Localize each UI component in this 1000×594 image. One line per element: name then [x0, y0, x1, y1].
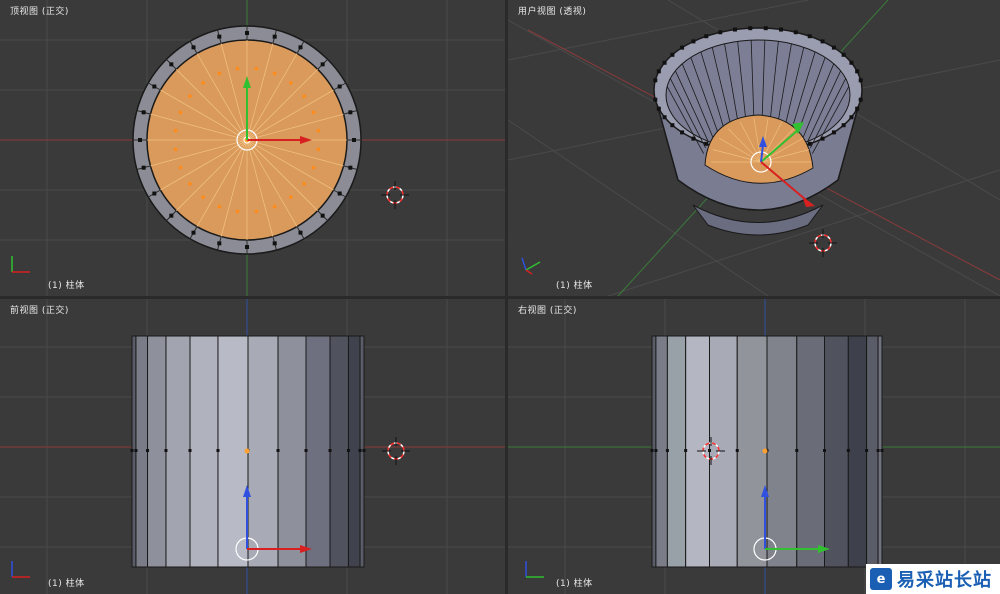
object-label: (1) 柱体	[556, 281, 593, 291]
viewport-front[interactable]: 前视图 (正交) (1) 柱体	[0, 299, 505, 594]
watermark-text: 易采站长站	[897, 570, 992, 591]
viewport-top[interactable]: 顶视图 (正交) (1) 柱体	[0, 0, 505, 296]
viewport-title: 右视图 (正交)	[518, 306, 577, 316]
3d-cursor-icon	[382, 437, 410, 465]
top-view-canvas[interactable]	[0, 0, 505, 296]
watermark: e 易采站长站	[866, 564, 1000, 594]
object-label: (1) 柱体	[48, 281, 85, 291]
viewport-title: 用户视图 (透视)	[518, 7, 587, 17]
3d-cursor-icon	[809, 229, 837, 257]
object-label: (1) 柱体	[556, 579, 593, 589]
object-label: (1) 柱体	[48, 579, 85, 589]
axis-gizmo-icon	[521, 257, 541, 275]
viewport-title: 顶视图 (正交)	[10, 7, 69, 17]
right-view-canvas[interactable]	[508, 299, 1000, 594]
viewport-user[interactable]: 用户视图 (透视) (1) 柱体	[508, 0, 1000, 296]
viewport-title: 前视图 (正交)	[10, 306, 69, 316]
axis-gizmo-icon	[11, 561, 30, 578]
front-view-canvas[interactable]	[0, 299, 505, 594]
user-view-canvas[interactable]	[508, 0, 1000, 296]
axis-gizmo-icon	[11, 256, 30, 273]
3d-cursor-icon	[381, 181, 409, 209]
viewport-right[interactable]: 右视图 (正交) (1) 柱体	[508, 299, 1000, 594]
viewport-divider-horizontal[interactable]	[0, 296, 1000, 299]
e-icon: e	[870, 568, 892, 590]
axis-gizmo-icon	[525, 561, 544, 578]
